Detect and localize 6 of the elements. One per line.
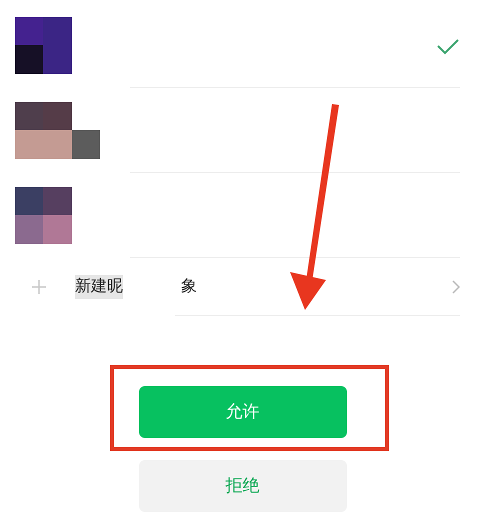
row-label: 新建昵: [75, 275, 123, 299]
row-label: 象: [181, 277, 197, 297]
plus-icon: [32, 280, 46, 294]
deny-button[interactable]: 拒绝: [138, 460, 346, 512]
chevron-right-icon: [452, 280, 460, 294]
allow-button[interactable]: 允许: [138, 386, 346, 438]
